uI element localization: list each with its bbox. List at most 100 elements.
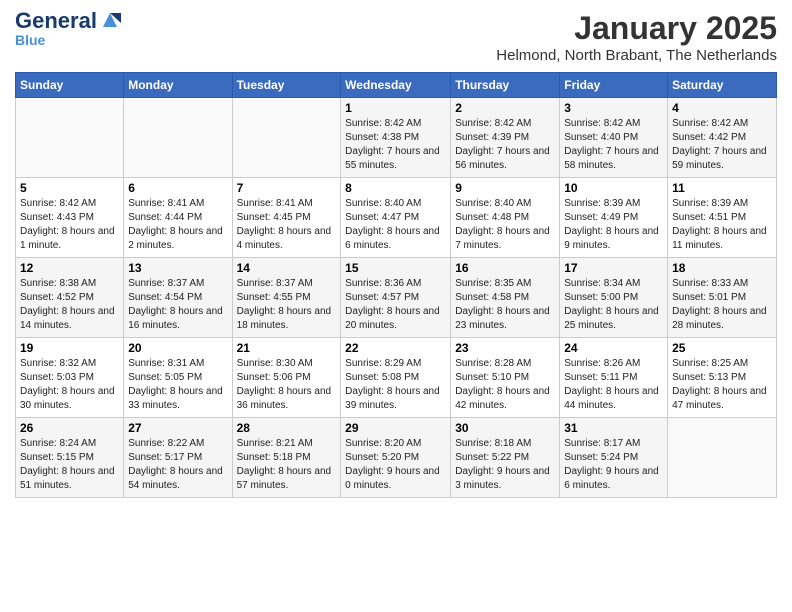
calendar-header-row: Sunday Monday Tuesday Wednesday Thursday… [16,73,777,98]
calendar-cell-5-4: 29 Sunrise: 8:20 AMSunset: 5:20 PMDayligh… [341,418,451,498]
day-number: 26 [20,421,119,435]
calendar-cell-1-7: 4 Sunrise: 8:42 AMSunset: 4:42 PMDaylight… [668,98,777,178]
day-number: 13 [128,261,227,275]
day-number: 24 [564,341,663,355]
header-friday: Friday [560,73,668,98]
day-info: Sunrise: 8:39 AMSunset: 4:49 PMDaylight:… [564,197,663,253]
calendar-cell-4-5: 23Sunrise: 8:28 AMSunset: 5:10 PMDayligh… [451,338,560,418]
calendar-cell-1-2 [124,98,232,178]
calendar-cell-4-6: 24 Sunrise: 8:26 AMSunset: 5:11 PMDayligh… [560,338,668,418]
calendar-cell-2-2: 6 Sunrise: 8:41 AMSunset: 4:44 PMDaylight… [124,178,232,258]
calendar-cell-3-3: 14Sunrise: 8:37 AMSunset: 4:55 PMDayligh… [232,258,341,338]
day-number: 27 [128,421,227,435]
calendar-cell-4-1: 19Sunrise: 8:32 AMSunset: 5:03 PMDayligh… [16,338,124,418]
calendar-cell-2-6: 10 Sunrise: 8:39 AMSunset: 4:49 PMDayligh… [560,178,668,258]
day-info: Sunrise: 8:41 AMSunset: 4:44 PMDaylight:… [128,197,227,253]
day-info: Sunrise: 8:40 AMSunset: 4:47 PMDaylight:… [345,197,446,253]
day-info: Sunrise: 8:35 AMSunset: 4:58 PMDaylight:… [455,277,555,333]
day-info: Sunrise: 8:30 AMSunset: 5:06 PMDaylight:… [237,357,337,413]
day-info: Sunrise: 8:42 AMSunset: 4:43 PMDaylight:… [20,197,119,253]
main-container: General Blue January 2025 Helmond, North… [0,0,792,503]
day-info: Sunrise: 8:26 AMSunset: 5:11 PMDaylight:… [564,357,663,413]
calendar-cell-3-4: 15 Sunrise: 8:36 AMSunset: 4:57 PMDayligh… [341,258,451,338]
calendar-cell-5-1: 26 Sunrise: 8:24 AMSunset: 5:15 PMDayligh… [16,418,124,498]
day-info: Sunrise: 8:29 AMSunset: 5:08 PMDaylight:… [345,357,446,413]
day-info: Sunrise: 8:31 AMSunset: 5:05 PMDaylight:… [128,357,227,413]
day-number: 9 [455,181,555,195]
day-info: Sunrise: 8:20 AMSunset: 5:20 PMDaylight:… [345,437,446,493]
calendar-table: Sunday Monday Tuesday Wednesday Thursday… [15,72,777,498]
header-wednesday: Wednesday [341,73,451,98]
calendar-cell-1-4: 1Sunrise: 8:42 AMSunset: 4:38 PMDaylight… [341,98,451,178]
day-number: 4 [672,101,772,115]
header-thursday: Thursday [451,73,560,98]
day-info: Sunrise: 8:17 AMSunset: 5:24 PMDaylight:… [564,437,663,493]
day-number: 3 [564,101,663,115]
month-title: January 2025 [496,10,777,47]
day-number: 16 [455,261,555,275]
day-info: Sunrise: 8:42 AMSunset: 4:40 PMDaylight:… [564,117,663,173]
header: General Blue January 2025 Helmond, North… [15,10,777,64]
logo: General Blue [15,10,121,48]
calendar-cell-4-3: 21Sunrise: 8:30 AMSunset: 5:06 PMDayligh… [232,338,341,418]
day-number: 2 [455,101,555,115]
calendar-cell-4-2: 20Sunrise: 8:31 AMSunset: 5:05 PMDayligh… [124,338,232,418]
day-number: 31 [564,421,663,435]
calendar-cell-2-5: 9 Sunrise: 8:40 AMSunset: 4:48 PMDaylight… [451,178,560,258]
day-info: Sunrise: 8:32 AMSunset: 5:03 PMDaylight:… [20,357,119,413]
calendar-cell-1-1 [16,98,124,178]
calendar-cell-5-3: 28 Sunrise: 8:21 AMSunset: 5:18 PMDayligh… [232,418,341,498]
day-info: Sunrise: 8:25 AMSunset: 5:13 PMDaylight:… [672,357,772,413]
day-info: Sunrise: 8:41 AMSunset: 4:45 PMDaylight:… [237,197,337,253]
location: Helmond, North Brabant, The Netherlands [496,47,777,64]
calendar-cell-5-2: 27 Sunrise: 8:22 AMSunset: 5:17 PMDayligh… [124,418,232,498]
calendar-cell-1-3 [232,98,341,178]
header-monday: Monday [124,73,232,98]
day-info: Sunrise: 8:36 AMSunset: 4:57 PMDaylight:… [345,277,446,333]
day-number: 14 [237,261,337,275]
day-number: 10 [564,181,663,195]
calendar-cell-2-7: 11 Sunrise: 8:39 AMSunset: 4:51 PMDayligh… [668,178,777,258]
calendar-cell-4-7: 25Sunrise: 8:25 AMSunset: 5:13 PMDayligh… [668,338,777,418]
day-info: Sunrise: 8:42 AMSunset: 4:42 PMDaylight:… [672,117,772,173]
day-info: Sunrise: 8:34 AMSunset: 5:00 PMDaylight:… [564,277,663,333]
day-number: 6 [128,181,227,195]
logo-general: General [15,10,97,32]
day-info: Sunrise: 8:21 AMSunset: 5:18 PMDaylight:… [237,437,337,493]
title-section: January 2025 Helmond, North Brabant, The… [496,10,777,64]
day-number: 29 [345,421,446,435]
calendar-week-2: 5 Sunrise: 8:42 AMSunset: 4:43 PMDaylight… [16,178,777,258]
calendar-cell-3-6: 17Sunrise: 8:34 AMSunset: 5:00 PMDayligh… [560,258,668,338]
calendar-week-1: 1Sunrise: 8:42 AMSunset: 4:38 PMDaylight… [16,98,777,178]
day-number: 11 [672,181,772,195]
header-saturday: Saturday [668,73,777,98]
day-number: 15 [345,261,446,275]
day-number: 22 [345,341,446,355]
day-info: Sunrise: 8:40 AMSunset: 4:48 PMDaylight:… [455,197,555,253]
calendar-cell-1-6: 3 Sunrise: 8:42 AMSunset: 4:40 PMDaylight… [560,98,668,178]
calendar-cell-5-5: 30Sunrise: 8:18 AMSunset: 5:22 PMDayligh… [451,418,560,498]
calendar-cell-3-1: 12Sunrise: 8:38 AMSunset: 4:52 PMDayligh… [16,258,124,338]
calendar-cell-5-6: 31 Sunrise: 8:17 AMSunset: 5:24 PMDayligh… [560,418,668,498]
calendar-cell-5-7 [668,418,777,498]
day-info: Sunrise: 8:42 AMSunset: 4:38 PMDaylight:… [345,117,446,173]
calendar-cell-3-2: 13Sunrise: 8:37 AMSunset: 4:54 PMDayligh… [124,258,232,338]
calendar-cell-2-4: 8Sunrise: 8:40 AMSunset: 4:47 PMDaylight… [341,178,451,258]
calendar-cell-2-1: 5 Sunrise: 8:42 AMSunset: 4:43 PMDaylight… [16,178,124,258]
day-number: 23 [455,341,555,355]
logo-blue: Blue [15,32,45,48]
day-number: 18 [672,261,772,275]
day-number: 5 [20,181,119,195]
day-info: Sunrise: 8:39 AMSunset: 4:51 PMDaylight:… [672,197,772,253]
day-number: 7 [237,181,337,195]
day-info: Sunrise: 8:33 AMSunset: 5:01 PMDaylight:… [672,277,772,333]
day-info: Sunrise: 8:22 AMSunset: 5:17 PMDaylight:… [128,437,227,493]
day-info: Sunrise: 8:24 AMSunset: 5:15 PMDaylight:… [20,437,119,493]
header-sunday: Sunday [16,73,124,98]
logo-icon [99,9,121,31]
calendar-cell-3-7: 18 Sunrise: 8:33 AMSunset: 5:01 PMDayligh… [668,258,777,338]
day-number: 28 [237,421,337,435]
calendar-cell-3-5: 16 Sunrise: 8:35 AMSunset: 4:58 PMDayligh… [451,258,560,338]
calendar-cell-1-5: 2 Sunrise: 8:42 AMSunset: 4:39 PMDaylight… [451,98,560,178]
day-info: Sunrise: 8:42 AMSunset: 4:39 PMDaylight:… [455,117,555,173]
